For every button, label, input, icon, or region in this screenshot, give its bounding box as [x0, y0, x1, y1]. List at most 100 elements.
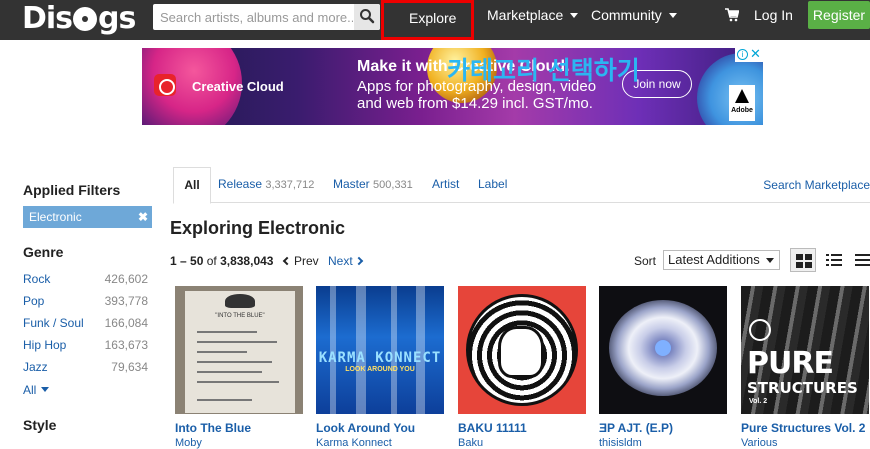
ad-controls: i ✕	[735, 48, 763, 62]
tab-master-count: 500,331	[373, 179, 413, 191]
view-text-list-button[interactable]	[850, 248, 870, 272]
release-artist[interactable]: Baku	[458, 437, 483, 449]
search-icon	[360, 9, 375, 24]
tab-release-label: Release	[218, 177, 263, 191]
tab-master[interactable]: Master 500,331	[333, 167, 413, 203]
cover-volume: Vol. 2	[749, 398, 768, 405]
genre-item[interactable]: Funk / Soul 166,084	[23, 316, 148, 332]
remove-filter-icon[interactable]: ✖	[138, 206, 148, 228]
logo-disc-icon	[73, 7, 98, 31]
chevron-down-icon	[570, 12, 579, 18]
ad-close-icon[interactable]: ✕	[750, 48, 761, 62]
text-list-view-icon	[855, 254, 870, 266]
release-cover-image[interactable]: PURE STRUCTURES Vol. 2	[741, 286, 869, 414]
overlay-annotation: 카테고리 선택하기	[447, 56, 640, 85]
cover-line	[197, 381, 279, 383]
ad-info-icon[interactable]: i	[737, 49, 748, 60]
cover-text: KARMA KONNECT	[318, 350, 442, 366]
release-cover-image[interactable]: "INTO THE BLUE"	[175, 286, 303, 414]
cover-line	[197, 399, 252, 401]
genre-count: 166,084	[104, 316, 148, 330]
prev-page-link[interactable]: Prev	[282, 254, 319, 268]
genre-name[interactable]: Pop	[23, 294, 44, 308]
show-all-label: All	[23, 383, 37, 397]
chip-label: Electronic	[29, 210, 82, 224]
chevron-right-icon	[354, 256, 363, 266]
release-artist[interactable]: Karma Konnect	[316, 437, 392, 449]
view-list-button[interactable]	[821, 248, 847, 272]
release-artist[interactable]: Various	[741, 437, 777, 449]
release-title[interactable]: BAKU 11111	[458, 421, 527, 435]
genre-item[interactable]: Hip Hop 163,673	[23, 338, 148, 354]
show-all-genres[interactable]: All	[23, 383, 50, 397]
next-label: Next	[328, 254, 353, 268]
search-marketplace-link[interactable]: Search Marketplace	[763, 167, 870, 203]
cover-text: PURE	[747, 346, 834, 381]
sort-select[interactable]: Latest Additions	[663, 250, 780, 270]
discogs-logo[interactable]: Dis gs	[22, 0, 136, 40]
pagination: 1 – 50 of 3,838,043 Prev Next	[170, 254, 363, 268]
next-page-link[interactable]: Next	[328, 254, 363, 268]
result-range: 1 – 50	[170, 254, 204, 268]
cover-line	[197, 341, 277, 343]
cover-subtext: LOOK AROUND YOU	[345, 366, 415, 373]
release-artist[interactable]: thisisldm	[599, 437, 642, 449]
view-grid-button[interactable]	[790, 248, 816, 272]
login-link[interactable]: Log In	[754, 0, 793, 32]
tab-all[interactable]: All	[173, 167, 211, 204]
page-title: Exploring Electronic	[170, 218, 346, 238]
chevron-down-icon	[766, 258, 774, 263]
cover-line	[197, 371, 262, 373]
nav-community[interactable]: Community	[591, 0, 677, 32]
nav-community-label: Community	[591, 7, 662, 23]
creative-cloud-logo-icon	[154, 74, 176, 96]
prev-label: Prev	[294, 254, 319, 268]
genre-item[interactable]: Rock 426,602	[23, 272, 148, 288]
search-box	[153, 4, 380, 30]
tab-release[interactable]: Release 3,337,712	[218, 167, 314, 203]
tab-master-label: Master	[333, 177, 370, 191]
release-title[interactable]: ƎP AJT. (E.P)	[599, 421, 673, 435]
release-title[interactable]: Pure Structures Vol. 2	[741, 421, 865, 435]
adobe-logo-icon: Adobe	[729, 85, 755, 121]
genre-item[interactable]: Jazz 79,634	[23, 360, 148, 376]
sort-label: Sort	[634, 254, 657, 268]
cover-line	[197, 351, 247, 353]
cart-icon[interactable]	[725, 8, 739, 22]
cover-text: "INTO THE BLUE"	[215, 313, 265, 319]
release-cover-image[interactable]: KARMA KONNECT LOOK AROUND YOU	[316, 286, 444, 414]
nav-marketplace-label: Marketplace	[487, 7, 564, 23]
tab-release-count: 3,337,712	[265, 179, 315, 191]
chevron-down-icon	[668, 12, 677, 18]
genre-name[interactable]: Funk / Soul	[23, 316, 84, 330]
genre-count: 163,673	[104, 338, 148, 352]
genre-count: 426,602	[104, 272, 148, 286]
ad-banner[interactable]: Creative Cloud Make it with Creative Clo…	[142, 48, 763, 125]
applied-filter-chip: Electronic ✖	[23, 206, 152, 228]
genre-heading: Genre	[23, 244, 64, 260]
cover-line	[197, 331, 257, 333]
sort-value: Latest Additions	[668, 252, 760, 267]
genre-item[interactable]: Pop 393,778	[23, 294, 148, 310]
result-total: 3,838,043	[220, 254, 274, 268]
release-title[interactable]: Look Around You	[316, 421, 415, 435]
cover-art	[498, 326, 544, 378]
tab-artist[interactable]: Artist	[432, 167, 459, 203]
release-cover-image[interactable]	[599, 286, 727, 414]
release-artist[interactable]: Moby	[175, 437, 202, 449]
genre-name[interactable]: Hip Hop	[23, 338, 66, 352]
search-type-tabs: All Release 3,337,712 Master 500,331 Art…	[173, 167, 870, 204]
genre-name[interactable]: Jazz	[23, 360, 48, 374]
register-button[interactable]: Register	[808, 1, 870, 29]
search-input[interactable]	[153, 4, 353, 30]
release-cover-image[interactable]	[458, 286, 586, 414]
release-title[interactable]: Into The Blue	[175, 421, 251, 435]
tab-label[interactable]: Label	[478, 167, 507, 203]
nav-marketplace[interactable]: Marketplace	[487, 0, 579, 32]
genre-name[interactable]: Rock	[23, 272, 50, 286]
chevron-left-icon	[282, 256, 292, 266]
nav-explore[interactable]: Explore	[381, 0, 474, 51]
search-button[interactable]	[354, 4, 380, 30]
genre-count: 79,634	[111, 360, 148, 374]
cover-art	[609, 300, 717, 396]
